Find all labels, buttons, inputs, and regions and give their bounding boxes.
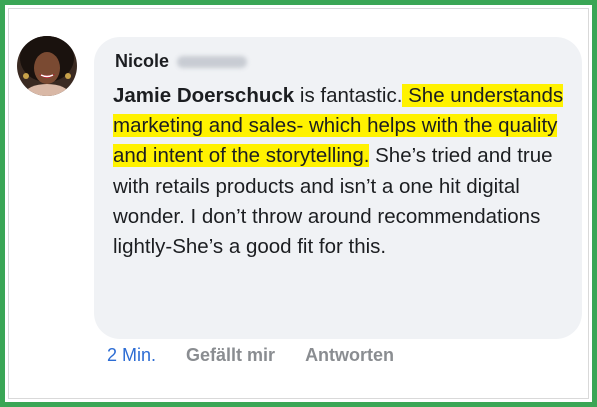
avatar-image xyxy=(17,36,77,96)
comment-author[interactable]: Nicole xyxy=(115,51,248,72)
author-first-name[interactable]: Nicole xyxy=(115,51,169,72)
comment-card: Nicole Jamie Doerschuck is fantastic. Sh… xyxy=(8,8,589,399)
avatar[interactable] xyxy=(17,36,77,96)
comment-text: Jamie Doerschuck is fantastic. She under… xyxy=(113,81,568,262)
author-last-name-redacted xyxy=(177,55,248,68)
screenshot-frame: Nicole Jamie Doerschuck is fantastic. Sh… xyxy=(0,0,597,407)
like-button[interactable]: Gefällt mir xyxy=(186,345,275,366)
comment-actions: 2 Min. Gefällt mir Antworten xyxy=(107,345,394,366)
mention-link[interactable]: Jamie Doerschuck xyxy=(113,84,294,107)
comment-bubble: Nicole Jamie Doerschuck is fantastic. Sh… xyxy=(94,37,582,339)
reply-button[interactable]: Antworten xyxy=(305,345,394,366)
comment-text-part: is fantastic. xyxy=(294,84,403,107)
comment-timestamp[interactable]: 2 Min. xyxy=(107,345,156,366)
